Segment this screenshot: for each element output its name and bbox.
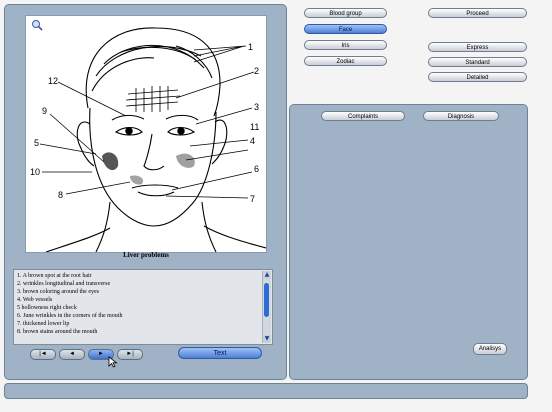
marker-1: 1 bbox=[248, 42, 253, 52]
last-page-button[interactable]: ►| bbox=[117, 349, 143, 360]
prev-page-button[interactable]: ◄ bbox=[59, 349, 85, 360]
marker-11: 11 bbox=[250, 122, 259, 132]
symptom-item: 6. June wrinkles in the corners of the m… bbox=[17, 313, 123, 319]
face-diagram: 1 2 3 4 5 6 7 8 9 10 11 12 bbox=[25, 15, 267, 253]
detailed-button[interactable]: Detailed bbox=[428, 72, 527, 82]
face-drawing: 1 2 3 4 5 6 7 8 9 10 11 12 bbox=[30, 27, 266, 252]
marker-10: 10 bbox=[30, 167, 40, 177]
left-panel: 1 2 3 4 5 6 7 8 9 10 11 12 Liver problem… bbox=[4, 4, 287, 380]
first-page-button[interactable]: |◄ bbox=[30, 349, 56, 360]
right-panel: Complaints Diagnosis Analisys bbox=[289, 104, 528, 380]
marker-7: 7 bbox=[250, 194, 255, 204]
symptom-list: 1. A brown spot at the root hair 2. wrin… bbox=[14, 270, 272, 336]
category-blood-group[interactable]: Blood group bbox=[304, 8, 387, 18]
marker-3: 3 bbox=[254, 102, 259, 112]
marker-4: 4 bbox=[250, 136, 255, 146]
symptom-scrollbar[interactable]: ▲ ▼ bbox=[262, 271, 271, 343]
category-zodiac[interactable]: Zodiac bbox=[304, 56, 387, 66]
analysis-button[interactable]: Analisys bbox=[473, 343, 507, 355]
symptom-item: 1. A brown spot at the root hair bbox=[17, 273, 92, 279]
marker-2: 2 bbox=[254, 66, 259, 76]
marker-9: 9 bbox=[42, 106, 47, 116]
symptom-item: 4. Web vessels bbox=[17, 297, 53, 303]
symptom-item: 7. thickened lower lip bbox=[17, 321, 70, 327]
status-bar bbox=[4, 383, 528, 399]
express-button[interactable]: Express bbox=[428, 42, 527, 52]
magnifier-icon[interactable] bbox=[31, 19, 43, 31]
scroll-up-icon[interactable]: ▲ bbox=[263, 271, 271, 279]
marker-5: 5 bbox=[34, 138, 39, 148]
marker-6: 6 bbox=[254, 164, 259, 174]
text-button[interactable]: Text bbox=[178, 347, 262, 359]
symptom-item: 5 hollowness right check bbox=[17, 305, 77, 311]
diagram-caption: Liver problems bbox=[123, 251, 169, 259]
category-face[interactable]: Face bbox=[304, 24, 387, 34]
symptom-item: 3. brown coloring around the eyes bbox=[17, 289, 99, 295]
proceed-button[interactable]: Proceed bbox=[428, 8, 527, 18]
symptom-item: 8. brown stains around the mouth bbox=[17, 329, 98, 335]
standard-button[interactable]: Standard bbox=[428, 57, 527, 67]
scroll-thumb[interactable] bbox=[264, 283, 269, 317]
marker-12: 12 bbox=[48, 76, 58, 86]
tab-diagnosis[interactable]: Diagnosis bbox=[423, 111, 499, 121]
symptom-list-box[interactable]: 1. A brown spot at the root hair 2. wrin… bbox=[13, 269, 273, 345]
scroll-down-icon[interactable]: ▼ bbox=[263, 335, 271, 343]
category-iris[interactable]: Iris bbox=[304, 40, 387, 50]
marker-8: 8 bbox=[58, 190, 63, 200]
mouse-cursor-icon bbox=[108, 356, 118, 368]
symptom-item: 2. wrinkles longitudinal and transverse bbox=[17, 281, 111, 287]
tab-complaints[interactable]: Complaints bbox=[321, 111, 405, 121]
